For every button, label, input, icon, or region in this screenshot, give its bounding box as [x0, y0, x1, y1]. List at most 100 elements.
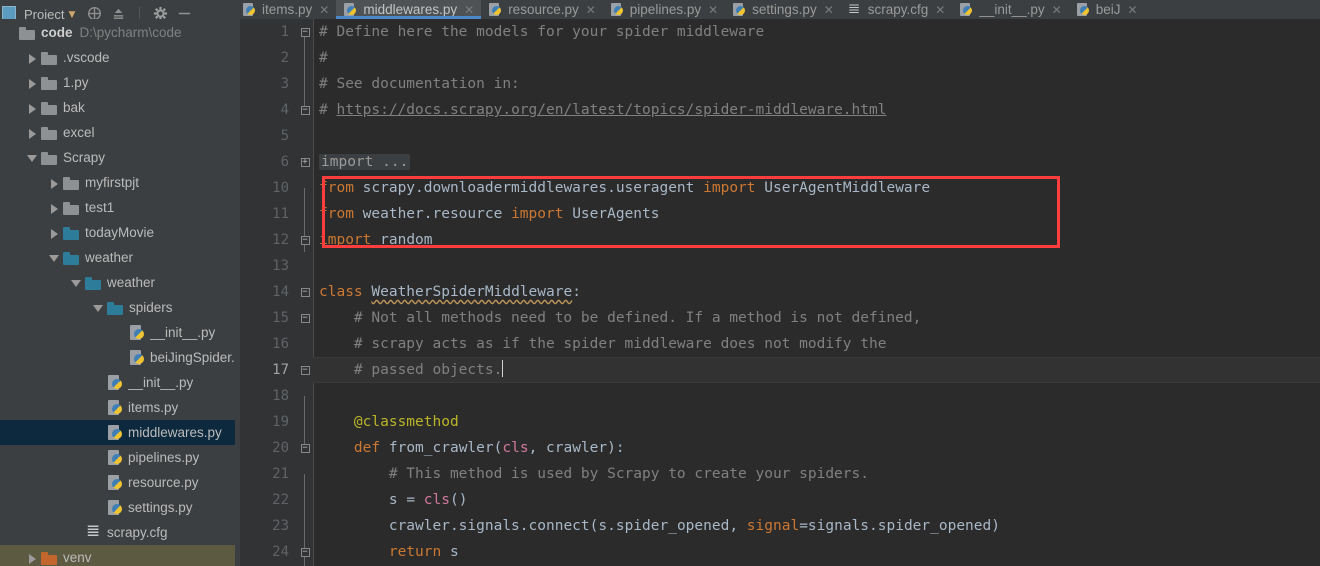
code-line[interactable]: 13 [235, 253, 1320, 279]
editor-tab-items-py[interactable]: items.py ✕ [235, 0, 336, 19]
tree-item-label: venv [63, 550, 92, 565]
toolwindow-title[interactable]: Project [24, 8, 64, 20]
code-fold-marker[interactable]: − [299, 357, 311, 383]
tree-item-venv[interactable]: venv [0, 545, 235, 566]
code-line[interactable]: 24− return s [235, 539, 1320, 565]
code-fold-marker[interactable]: − [299, 305, 311, 331]
minimize-icon[interactable] [177, 6, 192, 19]
editor-tab-resource-py[interactable]: resource.py ✕ [481, 0, 603, 19]
tree-item-label: resource.py [128, 475, 199, 490]
tree-item-label: todayMovie [85, 225, 155, 240]
chevron-right-icon[interactable] [26, 51, 39, 64]
close-icon[interactable]: ✕ [824, 3, 834, 17]
code-line[interactable]: 3 # See documentation in: [235, 71, 1320, 97]
code-fold-marker[interactable]: − [299, 279, 311, 305]
tree-item-settings-py[interactable]: settings.py [0, 495, 235, 520]
code-editor[interactable]: 1− # Define here the models for your spid… [235, 19, 1320, 566]
locate-icon[interactable] [87, 6, 102, 19]
code-line[interactable]: 5 [235, 123, 1320, 149]
chevron-right-icon[interactable] [48, 226, 61, 239]
close-icon[interactable]: ✕ [464, 3, 474, 17]
tree-item-middlewares-py[interactable]: middlewares.py [0, 420, 235, 445]
tree-item-scrapy[interactable]: Scrapy [0, 145, 235, 170]
tree-item-todaymovie[interactable]: todayMovie [0, 220, 235, 245]
editor-tab-pipelines-py[interactable]: pipelines.py ✕ [603, 0, 725, 19]
code-line[interactable]: 21 # This method is used by Scrapy to cr… [235, 461, 1320, 487]
code-text: s = cls() [388, 492, 468, 508]
line-number: 4 [280, 102, 289, 118]
tree-item-weather[interactable]: weather [0, 245, 235, 270]
tree-item-pipelines-py[interactable]: pipelines.py [0, 445, 235, 470]
collapse-all-icon[interactable] [111, 6, 126, 19]
editor-tab-bar[interactable]: items.py ✕ middlewares.py ✕ resource.py ✕ pipe… [235, 0, 1320, 19]
tree-item-weather[interactable]: weather [0, 270, 235, 295]
code-fold-marker[interactable]: − [299, 19, 311, 45]
chevron-right-icon[interactable] [48, 201, 61, 214]
chevron-down-icon[interactable] [48, 251, 61, 264]
editor-tab--init-py[interactable]: __init__.py ✕ [952, 0, 1068, 19]
chevron-right-icon[interactable] [26, 126, 39, 139]
tree-item-test1[interactable]: test1 [0, 195, 235, 220]
tree-item-beijingspider-py[interactable]: beiJingSpider.py [0, 345, 235, 370]
tree-item-bak[interactable]: bak [0, 95, 235, 120]
settings-gear-icon[interactable] [153, 6, 168, 19]
code-line[interactable]: 2 # [235, 45, 1320, 71]
tree-item-1-py[interactable]: 1.py [0, 70, 235, 95]
code-line[interactable]: 6 + import ... [235, 149, 1320, 175]
editor-tab-beij[interactable]: beiJ ✕ [1069, 0, 1145, 19]
tree-item-spiders[interactable]: spiders [0, 295, 235, 320]
code-line[interactable]: 16 # scrapy acts as if the spider middle… [235, 331, 1320, 357]
tree-item-items-py[interactable]: items.py [0, 395, 235, 420]
code-fold-marker[interactable]: − [299, 97, 311, 123]
tree-item-resource-py[interactable]: resource.py [0, 470, 235, 495]
folder-icon [63, 201, 80, 215]
tree-item-excel[interactable]: excel [0, 120, 235, 145]
project-file-tree[interactable]: code D:\pycharm\code .vscode 1.py bak excel Sc… [0, 19, 235, 566]
code-line[interactable]: 14− class WeatherSpiderMiddleware: [235, 279, 1320, 305]
code-line[interactable]: 4− # https://docs.scrapy.org/en/latest/to… [235, 97, 1320, 123]
chevron-right-icon[interactable] [26, 101, 39, 114]
close-icon[interactable]: ✕ [708, 3, 718, 17]
editor-tab-middlewares-py[interactable]: middlewares.py ✕ [336, 0, 482, 19]
editor-tab-scrapy-cfg[interactable]: scrapy.cfg ✕ [841, 0, 953, 19]
code-content[interactable]: 1− # Define here the models for your spid… [235, 19, 1320, 566]
code-line[interactable]: 17− # passed objects. [235, 357, 1320, 383]
code-fold-marker[interactable]: + [299, 149, 311, 175]
code-line[interactable]: 10 from scrapy.downloadermiddlewares.user… [235, 175, 1320, 201]
line-number: 19 [272, 414, 289, 430]
chevron-down-icon[interactable]: ▼ [68, 10, 75, 19]
sidebar-splitter[interactable] [235, 0, 240, 566]
code-line[interactable]: 15− # Not all methods need to be defined… [235, 305, 1320, 331]
tree-item--init-py[interactable]: __init__.py [0, 320, 235, 345]
chevron-right-icon[interactable] [48, 176, 61, 189]
chevron-down-icon[interactable] [26, 151, 39, 164]
code-line[interactable]: 1− # Define here the models for your spid… [235, 19, 1320, 45]
tree-item-scrapy-cfg[interactable]: scrapy.cfg [0, 520, 235, 545]
close-icon[interactable]: ✕ [319, 3, 329, 17]
tree-item--init-py[interactable]: __init__.py [0, 370, 235, 395]
chevron-right-icon[interactable] [26, 551, 39, 564]
code-line[interactable]: 22 s = cls() [235, 487, 1320, 513]
code-fold-marker[interactable]: − [299, 539, 311, 565]
code-line[interactable]: 12− import random [235, 227, 1320, 253]
code-line[interactable]: 23 crawler.signals.connect(s.spider_open… [235, 513, 1320, 539]
code-line[interactable]: 19 @classmethod [235, 409, 1320, 435]
tree-item-myfirstpjt[interactable]: myfirstpjt [0, 170, 235, 195]
project-view-icon[interactable] [2, 6, 16, 19]
code-line[interactable]: 11 from weather.resource import UserAgent… [235, 201, 1320, 227]
line-number: 10 [272, 180, 289, 196]
close-icon[interactable]: ✕ [935, 3, 945, 17]
code-fold-marker[interactable]: − [299, 227, 311, 253]
chevron-down-icon[interactable] [92, 301, 105, 314]
chevron-down-icon[interactable] [70, 276, 83, 289]
code-line[interactable]: 18 [235, 383, 1320, 409]
code-line[interactable]: 20− def from_crawler(cls, crawler): [235, 435, 1320, 461]
chevron-right-icon[interactable] [26, 76, 39, 89]
close-icon[interactable]: ✕ [1128, 3, 1138, 17]
code-fold-marker[interactable]: − [299, 435, 311, 461]
tree-item-code[interactable]: code D:\pycharm\code [0, 20, 235, 45]
editor-tab-settings-py[interactable]: settings.py ✕ [725, 0, 841, 19]
close-icon[interactable]: ✕ [1052, 3, 1062, 17]
tree-item--vscode[interactable]: .vscode [0, 45, 235, 70]
close-icon[interactable]: ✕ [586, 3, 596, 17]
